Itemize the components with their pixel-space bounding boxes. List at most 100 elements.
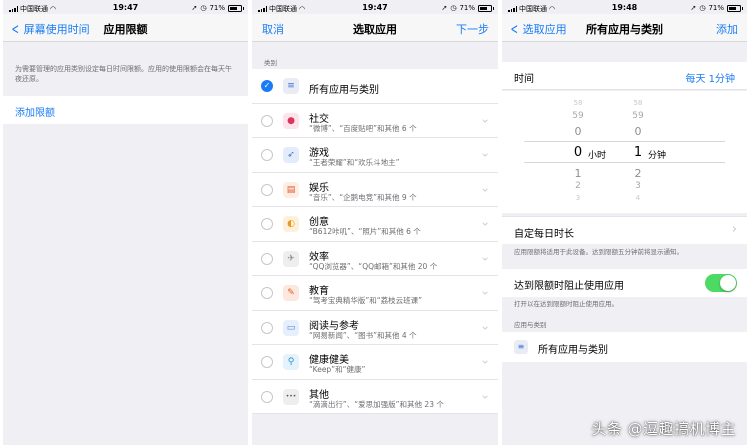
section-header-categories: 类别 [264,59,277,67]
picker-minute-option[interactable]: 3 [628,181,648,191]
battery-icon [228,4,244,12]
custom-daily-label: 自定每日时长 [514,229,574,240]
category-item[interactable]: ● 社交 “微博”、“百度贴吧”和其他 6 个 › [252,104,498,138]
chevron-down-icon[interactable]: › [479,118,493,123]
apps-categories-label: 所有应用与类别 [538,345,608,356]
watermark: 头条 @逗趣搞机博主 [591,420,736,438]
chevron-down-icon[interactable]: › [479,394,493,399]
picker-hour-option[interactable]: 1 [568,167,588,180]
block-at-limit-note: 打开以在达到限额时阻止使用应用。 [514,300,618,308]
category-subtitle: “Keep”和“健康” [309,365,366,374]
category-item[interactable]: ▭ 阅读与参考 “网易新闻”、“图书”和其他 4 个 › [252,311,498,345]
alarm-icon: ◷ [699,4,706,12]
category-item[interactable]: ▤ 娱乐 “音乐”、“企鹅电竞”和其他 9 个 › [252,173,498,207]
category-subtitle: “微博”、“百度贴吧”和其他 6 个 [309,123,417,133]
chevron-down-icon[interactable]: › [479,360,493,365]
checkmark-radio-selected[interactable]: ✓ [261,80,273,92]
category-item[interactable]: ⚲ 健康健美 “Keep”和“健康” › [252,345,498,380]
battery-level-fill [230,6,238,10]
time-row[interactable]: 时间 每天 1分钟 [502,62,747,90]
rocket-icon: ➶ [283,147,299,163]
radio-button[interactable] [261,252,273,265]
add-button[interactable]: 添加 [716,21,738,37]
category-item[interactable]: ◐ 创意 “B612咔叽”、“照片”和其他 6 个 › [252,207,498,242]
add-limit-button[interactable]: 添加限额 [15,104,55,119]
chevron-down-icon[interactable]: › [479,325,493,330]
category-subtitle: “B612咔叽”、“照片”和其他 6 个 [309,227,421,236]
page-title: 应用限额 [103,23,148,36]
radio-button[interactable] [261,114,273,127]
block-at-limit-toggle[interactable] [705,274,737,292]
book-icon: ▭ [283,319,299,336]
alarm-icon: ◷ [200,4,207,12]
picker-hour-option[interactable]: 3 [568,194,588,202]
add-limit-row[interactable]: 添加限额 [3,96,248,124]
next-button[interactable]: 下一步 [456,21,489,37]
chevron-down-icon[interactable]: › [479,222,493,227]
page-title: 所有应用与类别 [586,23,663,36]
bicycle-icon: ⚲ [283,354,299,370]
section-header-apps: 应用与类别 [514,321,547,329]
radio-button[interactable] [261,149,273,161]
battery-level-fill [729,6,737,10]
stack-icon: ≡ [514,340,528,354]
time-value[interactable]: 每天 1分钟 [685,70,735,85]
screen-choose-apps: 中国联通 ◠ 19:47 ➚ ◷ 71% 取消 选取应用 下一步 类别 ✓ ≡ 所有应用与… [252,0,498,445]
alarm-icon: ◷ [450,4,457,12]
screen-app-limits: 中国联通 ◠ 19:47 ➚ ◷ 71% < 屏幕使用时间 应用限额 为需要管理的应用类… [3,0,248,445]
category-item[interactable]: ➶ 游戏 “王者荣耀”和“欢乐斗地主” › [252,138,498,173]
picker-minute-option[interactable]: 4 [628,194,648,202]
radio-button[interactable] [261,390,273,403]
navigation-bar: 取消 选取应用 下一步 [252,14,498,42]
apps-categories-row[interactable]: ≡ 所有应用与类别 [502,332,747,362]
category-title: 所有应用与类别 [309,85,379,96]
time-label: 时间 [514,74,534,85]
picker-minute-option[interactable]: 2 [628,167,648,180]
chevron-down-icon[interactable]: › [479,187,493,192]
picker-hour-option[interactable]: 58 [568,99,588,107]
category-subtitle: “QQ浏览器”、“QQ邮箱”和其他 20 个 [309,261,438,271]
duration-picker[interactable]: 58 59 0 0 小时 1 2 3 58 59 0 1 分钟 2 3 4 [502,91,747,213]
radio-button[interactable] [261,356,273,368]
picker-hour-selected[interactable]: 0 [568,145,588,160]
battery-percent: 71% [459,4,475,12]
chevron-down-icon[interactable]: › [479,153,493,158]
brush-icon: ✎ [283,285,299,301]
picker-minute-selected[interactable]: 1 [628,145,648,160]
picker-minute-option[interactable]: 59 [628,111,648,121]
toggle-knob [720,275,736,291]
picker-hour-option[interactable]: 2 [568,181,588,191]
chevron-down-icon[interactable]: › [479,256,493,261]
navigation-bar: < 屏幕使用时间 应用限额 [3,14,248,42]
category-item[interactable]: ••• 其他 “滴滴出行”、“爱思加强版”和其他 23 个 › [252,380,498,414]
picker-hour-unit: 小时 [588,151,607,161]
category-subtitle: “滴滴出行”、“爱思加强版”和其他 23 个 [309,399,444,409]
picker-hour-option[interactable]: 0 [568,125,588,138]
paper-plane-icon: ✈ [283,250,299,267]
block-at-limit-row: 达到限额时阻止使用应用 [502,269,747,297]
custom-daily-row[interactable]: 自定每日时长 › [502,216,747,244]
chevron-down-icon[interactable]: › [479,291,493,296]
radio-button[interactable] [261,218,273,230]
category-item[interactable]: ✓ ≡ 所有应用与类别 [252,69,498,104]
location-icon: ➚ [191,4,198,12]
picker-hour-option[interactable]: 59 [568,111,588,121]
category-item[interactable]: ✎ 教育 “驾考宝典精华版”和“荔枝云班课” › [252,276,498,311]
radio-button[interactable] [261,183,273,196]
category-subtitle: “音乐”、“企鹅电竞”和其他 9 个 [309,192,417,202]
category-item[interactable]: ✈ 效率 “QQ浏览器”、“QQ邮箱”和其他 20 个 › [252,242,498,276]
picker-minute-option[interactable]: 0 [628,125,648,138]
battery-level-fill [480,6,488,10]
popcorn-icon: ▤ [283,181,299,198]
battery-icon [727,4,743,12]
app-limits-description: 为需要管理的应用类别设定每日时间限额。应用的使用限额会在每天午夜还原。 [15,65,232,83]
location-icon: ➚ [441,4,448,12]
ellipsis-icon: ••• [283,388,299,405]
category-subtitle: “王者荣耀”和“欢乐斗地主” [309,158,400,167]
radio-button[interactable] [261,321,273,334]
radio-button[interactable] [261,287,273,299]
battery-percent: 71% [708,4,724,12]
picker-minute-option[interactable]: 58 [628,99,648,107]
block-at-limit-label: 达到限额时阻止使用应用 [514,281,624,292]
custom-daily-note: 应用限额将适用于此设备。达到限额五分钟前将显示通知。 [514,248,683,256]
